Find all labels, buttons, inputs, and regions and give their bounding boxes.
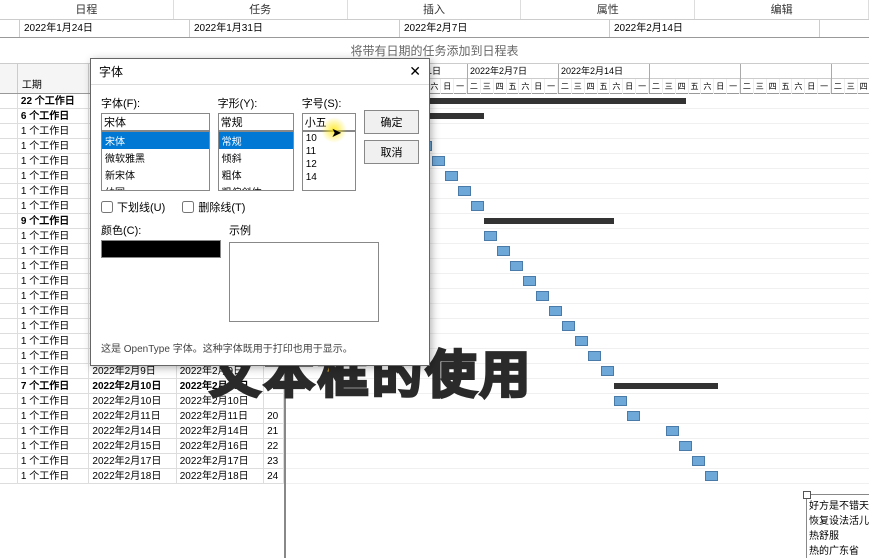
style-input[interactable] bbox=[218, 113, 294, 131]
textbox-line: 热舒服 bbox=[809, 527, 869, 542]
font-option[interactable]: 宋体 bbox=[102, 132, 209, 149]
task-row[interactable]: 1 个工作日2022年2月11日2022年2月11日20 bbox=[0, 409, 284, 424]
font-option[interactable]: 微软雅黑 bbox=[102, 149, 209, 166]
task-bar[interactable] bbox=[510, 261, 523, 271]
task-row[interactable]: 7 个工作日2022年2月10日2022年2月18日 bbox=[0, 379, 284, 394]
timeline-date: 2022年1月31日 bbox=[190, 20, 400, 37]
style-label: 字形(Y): bbox=[218, 95, 294, 111]
task-bar[interactable] bbox=[471, 201, 484, 211]
indicator-col bbox=[0, 64, 18, 93]
task-bar[interactable] bbox=[432, 156, 445, 166]
ribbon-tabs: 日程 任务 插入 属性 编辑 bbox=[0, 0, 869, 20]
duration-col-header[interactable]: 工期 bbox=[18, 64, 89, 93]
style-option[interactable]: 粗体 bbox=[219, 166, 293, 183]
opentype-note: 这是 OpenType 字体。这种字体既用于打印也用于显示。 bbox=[101, 340, 419, 355]
color-label: 颜色(C): bbox=[101, 222, 221, 238]
task-row[interactable]: 1 个工作日2022年2月14日2022年2月14日21 bbox=[0, 424, 284, 439]
size-list[interactable]: 10 11 12 14 bbox=[302, 131, 356, 191]
textbox-line: 热的广东省 bbox=[809, 542, 869, 557]
task-row[interactable]: 1 个工作日2022年2月10日2022年2月10日 bbox=[0, 394, 284, 409]
summary-bar[interactable] bbox=[484, 218, 614, 224]
size-option[interactable]: 10 bbox=[303, 132, 355, 145]
font-input[interactable] bbox=[101, 113, 210, 131]
timeline-date: 2022年2月14日 bbox=[610, 20, 820, 37]
style-option[interactable]: 常规 bbox=[219, 132, 293, 149]
task-bar[interactable] bbox=[458, 186, 471, 196]
ok-button[interactable]: 确定 bbox=[364, 110, 419, 134]
size-input[interactable] bbox=[302, 113, 356, 131]
tab-edit[interactable]: 编辑 bbox=[695, 0, 869, 19]
preview-label: 示例 bbox=[229, 222, 379, 238]
font-option[interactable]: 幼圆 bbox=[102, 183, 209, 191]
task-row[interactable]: 1 个工作日2022年2月15日2022年2月16日22 bbox=[0, 439, 284, 454]
style-list[interactable]: 常规 倾斜 粗体 粗偏斜体 bbox=[218, 131, 294, 191]
style-option[interactable]: 粗偏斜体 bbox=[219, 183, 293, 191]
tab-properties[interactable]: 属性 bbox=[521, 0, 695, 19]
task-row[interactable]: 1 个工作日2022年2月18日2022年2月18日24 bbox=[0, 469, 284, 484]
font-label: 字体(F): bbox=[101, 95, 210, 111]
size-option[interactable]: 14 bbox=[303, 171, 355, 184]
dialog-title: 字体 bbox=[99, 63, 123, 80]
size-label: 字号(S): bbox=[302, 95, 356, 111]
textbox-line: 好方是不错天广东省粉红色的风格 bbox=[809, 497, 869, 512]
underline-checkbox[interactable]: 下划线(U) bbox=[101, 199, 165, 215]
size-option[interactable]: 11 bbox=[303, 145, 355, 158]
font-option[interactable]: 新宋体 bbox=[102, 166, 209, 183]
font-list[interactable]: 宋体 微软雅黑 新宋体 幼圆 bbox=[101, 131, 210, 191]
task-bar[interactable] bbox=[614, 396, 627, 406]
style-option[interactable]: 倾斜 bbox=[219, 149, 293, 166]
summary-bar[interactable] bbox=[406, 98, 686, 104]
tab-task[interactable]: 任务 bbox=[174, 0, 348, 19]
task-bar[interactable] bbox=[627, 411, 640, 421]
task-bar[interactable] bbox=[562, 321, 575, 331]
strike-checkbox[interactable]: 删除线(T) bbox=[182, 199, 245, 215]
close-icon[interactable]: ✕ bbox=[409, 63, 421, 80]
tab-insert[interactable]: 插入 bbox=[348, 0, 522, 19]
task-bar[interactable] bbox=[666, 426, 679, 436]
timeline-header: 2022年1月24日 2022年1月31日 2022年2月7日 2022年2月1… bbox=[0, 20, 869, 38]
summary-bar[interactable] bbox=[614, 383, 718, 389]
color-picker[interactable] bbox=[101, 240, 221, 258]
timeline-date: 2022年2月7日 bbox=[400, 20, 610, 37]
task-bar[interactable] bbox=[549, 306, 562, 316]
task-bar[interactable] bbox=[601, 366, 614, 376]
task-bar[interactable] bbox=[445, 171, 458, 181]
task-bar[interactable] bbox=[588, 351, 601, 361]
task-row[interactable]: 1 个工作日2022年2月9日2022年2月9日 bbox=[0, 364, 284, 379]
tab-schedule[interactable]: 日程 bbox=[0, 0, 174, 19]
task-bar[interactable] bbox=[692, 456, 705, 466]
task-bar[interactable] bbox=[497, 246, 510, 256]
task-row[interactable]: 1 个工作日2022年2月17日2022年2月17日23 bbox=[0, 454, 284, 469]
task-bar[interactable] bbox=[575, 336, 588, 346]
task-bar[interactable] bbox=[536, 291, 549, 301]
task-bar[interactable] bbox=[705, 471, 718, 481]
task-bar[interactable] bbox=[523, 276, 536, 286]
font-preview bbox=[229, 242, 379, 322]
gantt-textbox[interactable]: 好方是不错天广东省粉红色的风格 恢复设法活儿风rh 热舒服 热的广东省 bbox=[806, 494, 869, 558]
task-bar[interactable] bbox=[484, 231, 497, 241]
textbox-line: 恢复设法活儿风rh bbox=[809, 512, 869, 527]
task-bar[interactable] bbox=[679, 441, 692, 451]
font-dialog: 字体 ✕ 字体(F): 宋体 微软雅黑 新宋体 幼圆 字形(Y): 常规 倾斜 bbox=[90, 58, 430, 366]
cancel-button[interactable]: 取消 bbox=[364, 140, 419, 164]
size-option[interactable]: 12 bbox=[303, 158, 355, 171]
timeline-date: 2022年1月24日 bbox=[20, 20, 190, 37]
